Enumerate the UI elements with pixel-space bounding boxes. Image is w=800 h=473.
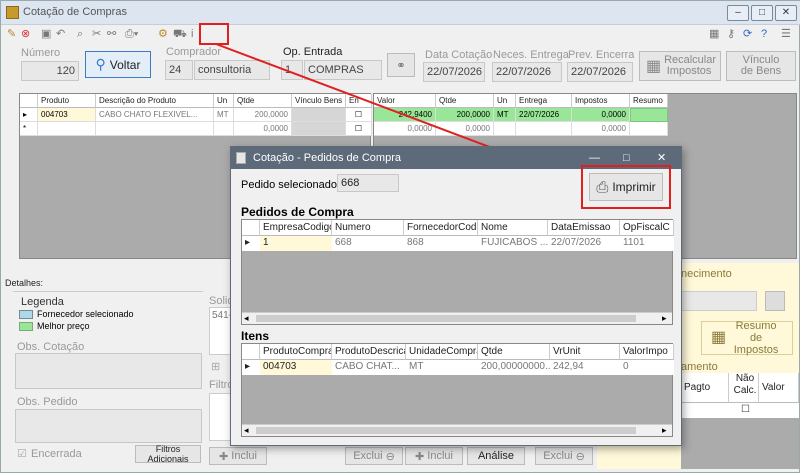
cell-vr-unit[interactable]: 242,94 (550, 360, 620, 375)
col-numero[interactable]: Numero (332, 220, 404, 236)
col-valor-impostos[interactable]: ValorImpo (620, 344, 674, 360)
cell-fornecedor-codigo[interactable]: 868 (404, 236, 478, 251)
col-fornecedor-codigo[interactable]: FornecedorCodigo (404, 220, 478, 236)
cell-empresa-codigo[interactable]: 1 (260, 236, 332, 251)
cell-nome[interactable]: FUJICABOS ... (478, 236, 548, 251)
itens-grid[interactable]: ProdutoCompra ProdutoDescricao UnidadeCo… (241, 343, 674, 437)
dialog-title: Cotação - Pedidos de Compra (253, 152, 401, 164)
cell-op-fiscal[interactable]: 1101 (620, 236, 674, 251)
col-vr-unit[interactable]: VrUnit (550, 344, 620, 360)
cell-valor-impostos[interactable]: 0 (620, 360, 674, 375)
cell-numero[interactable]: 668 (332, 236, 404, 251)
col-qtde-item[interactable]: Qtde (478, 344, 550, 360)
scroll-left-icon[interactable]: ◂ (244, 425, 249, 436)
col-data-emissao[interactable]: DataEmissao (548, 220, 620, 236)
cell-produto-compra[interactable]: 004703 (260, 360, 332, 375)
cell-produto-descricao[interactable]: CABO CHAT... (332, 360, 406, 375)
pedido-selecionado-label: Pedido selecionado: (241, 179, 341, 191)
itens-horizontal-scrollbar[interactable]: ◂ ▸ (242, 424, 672, 436)
pedidos-horizontal-scrollbar[interactable]: ◂ ▸ (242, 312, 672, 324)
cell-qtde-item[interactable]: 200,00000000... (478, 360, 550, 375)
scroll-left-icon[interactable]: ◂ (244, 313, 249, 324)
col-empresa-codigo[interactable]: EmpresaCodigo (260, 220, 332, 236)
pedido-selecionado-field[interactable]: 668 (337, 174, 399, 192)
col-produto-compra[interactable]: ProdutoCompra (260, 344, 332, 360)
pedidos-title: Pedidos de Compra (241, 205, 354, 219)
pedidos-dialog: Cotação - Pedidos de Compra — □ ✕ Pedido… (230, 146, 682, 446)
col-produto-descricao[interactable]: ProdutoDescricao (332, 344, 406, 360)
scroll-thumb[interactable] (256, 427, 636, 434)
scroll-right-icon[interactable]: ▸ (662, 425, 667, 436)
pedidos-grid[interactable]: EmpresaCodigo Numero FornecedorCodigo No… (241, 219, 674, 325)
pedidos-row-indicator-icon: ▸ (242, 236, 260, 251)
col-op-fiscal[interactable]: OpFiscalC (620, 220, 674, 236)
itens-row-indicator-icon: ▸ (242, 360, 260, 375)
scroll-right-icon[interactable]: ▸ (662, 313, 667, 324)
imprimir-highlight-box (581, 165, 671, 209)
cell-unidade-compra[interactable]: MT (406, 360, 478, 375)
itens-col-indicator (242, 344, 260, 360)
col-unidade-compra[interactable]: UnidadeCompra (406, 344, 478, 360)
col-nome[interactable]: Nome (478, 220, 548, 236)
scroll-thumb[interactable] (256, 315, 636, 322)
itens-title: Itens (241, 329, 270, 343)
dialog-app-icon (236, 152, 246, 164)
cell-data-emissao[interactable]: 22/07/2026 (548, 236, 620, 251)
pedidos-col-indicator (242, 220, 260, 236)
